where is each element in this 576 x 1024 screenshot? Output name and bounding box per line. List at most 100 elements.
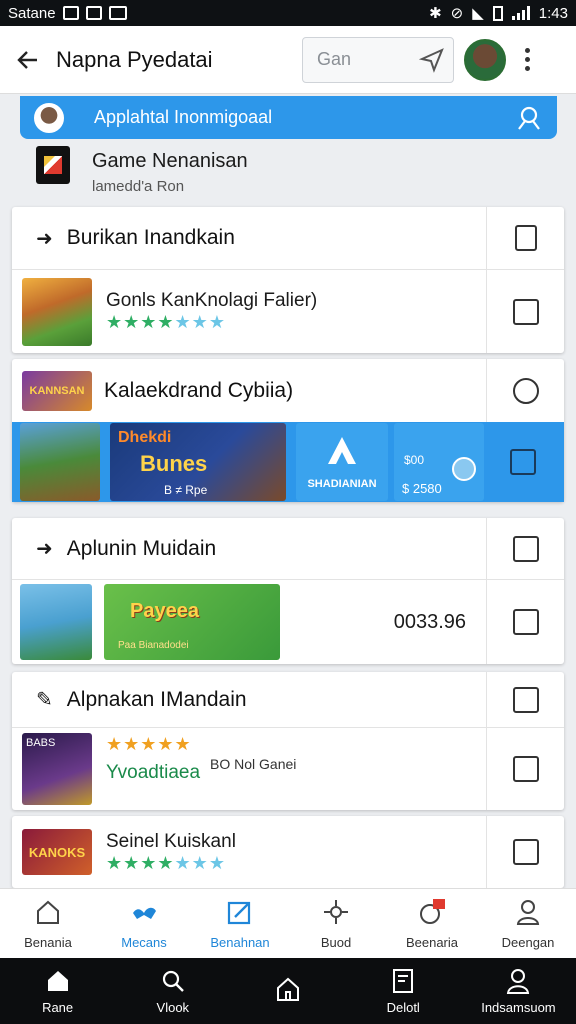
section-header[interactable]: ✎ Alpnakan IMandain	[12, 672, 564, 728]
section-header[interactable]: ➜ Aplunin Muidain	[12, 518, 564, 580]
nav-item-messages[interactable]: Mecans	[96, 889, 192, 958]
checkbox-icon[interactable]	[510, 449, 536, 475]
game-logo: KANNSAN	[22, 370, 92, 411]
item-title: Seinel Kuiskanl	[106, 830, 236, 852]
promo-sub: B ≠ Rpe	[164, 483, 208, 497]
promo-stat-top: $00	[404, 453, 425, 467]
game-logo: KANOKS	[22, 829, 92, 875]
chat-badge-icon	[420, 899, 445, 924]
check-box-icon[interactable]	[512, 609, 539, 635]
nav-item-home[interactable]: Benania	[0, 889, 96, 958]
chart-icon[interactable]	[512, 535, 539, 562]
shield-logo-icon	[328, 437, 356, 464]
mail-icon[interactable]	[512, 756, 539, 782]
search-user-icon[interactable]	[515, 104, 543, 132]
nav-item-edit[interactable]: Benahnan	[192, 889, 288, 958]
nav-label: Mecans	[121, 935, 167, 950]
promo-tile-1[interactable]	[20, 423, 100, 501]
game-thumbnail	[20, 584, 92, 660]
section-card-1: ➜ Burikan Inandkain Gonls KanKnolagi Fali…	[12, 207, 564, 353]
nav-item-build[interactable]: Buod	[288, 889, 384, 958]
account-icon	[507, 969, 530, 994]
page-title: Napna Pyedatai	[56, 46, 213, 72]
clock-label: 1:43	[538, 4, 568, 22]
banner-title: Payeea	[130, 600, 199, 622]
search-input[interactable]: Gan	[302, 36, 454, 83]
home-icon	[37, 900, 59, 924]
image-icon[interactable]	[512, 839, 539, 865]
nav-label: Benahnan	[210, 935, 270, 950]
sys-nav-house[interactable]	[230, 958, 345, 1024]
item-title: Gonls KanKnolagi Falier)	[106, 290, 318, 311]
edit-square-icon	[227, 901, 251, 925]
game-thumbnail: BABS	[22, 733, 92, 805]
list-item[interactable]: Payeea Paa Bianadodei 0033.96	[12, 580, 564, 664]
sys-nav-delete[interactable]: Delotl	[346, 958, 461, 1024]
profile-banner[interactable]: Applahtal Inonmigoaal	[20, 96, 557, 139]
sys-nav-label: Delotl	[386, 1000, 420, 1015]
section-heading: Aplunin Muidain	[66, 536, 217, 560]
promo-name: Bunes	[140, 451, 208, 476]
rating-stars: ★★★★★★★	[106, 312, 226, 332]
system-navigation: Rane Vlook Delotl Indsamsuom	[0, 958, 576, 1024]
carrier-label: Satane	[8, 4, 56, 22]
birds-icon	[133, 907, 156, 919]
sys-nav-account[interactable]: Indsamsuom	[461, 958, 576, 1024]
search-icon	[162, 970, 184, 992]
nav-label: Deengan	[501, 935, 555, 950]
nav-label: Buod	[320, 935, 352, 950]
banner-sub: Paa Bianadodei	[118, 640, 189, 651]
section-card-4: ✎ Alpnakan IMandain BABS ★★★★★ Yvoadtiaea…	[12, 672, 564, 810]
more-options-button[interactable]	[512, 48, 542, 71]
game-new-title: Game Nenanisan	[92, 150, 248, 172]
sys-nav-search[interactable]: Vlook	[115, 958, 230, 1024]
game-thumbnail	[22, 277, 92, 346]
edit-icon[interactable]	[512, 298, 539, 325]
item-meta: BO Nol Ganei	[210, 756, 297, 772]
avatar[interactable]	[464, 38, 506, 81]
bottom-navigation: Benania Mecans Benahnan Buod Beenaria De…	[0, 888, 576, 958]
sys-nav-home[interactable]: Rane	[0, 958, 115, 1024]
section-header[interactable]: ➜ Burikan Inandkain	[12, 207, 564, 270]
bluetooth-icon: ✱	[429, 5, 442, 22]
section-card-3: ➜ Aplunin Muidain Payeea Paa Bianadodei 0…	[12, 518, 564, 664]
promo-title: Dhekdi	[118, 429, 172, 446]
promo-tile-3[interactable]: SHADIANIAN	[296, 423, 388, 501]
game-icon	[36, 146, 70, 184]
section-heading: Alpnakan IMandain	[66, 687, 247, 711]
user-icon	[516, 900, 540, 925]
dots-icon[interactable]	[512, 686, 539, 713]
image-notification-icon	[62, 6, 79, 20]
sys-nav-label: Indsamsuom	[481, 1000, 556, 1015]
nav-label: Beenaria	[405, 935, 459, 950]
arrow-icon: ➜	[36, 227, 53, 250]
sys-nav-label: Rane	[42, 1000, 74, 1015]
game-new-item[interactable]: Game Nenanisan lamedd'a Ron	[36, 146, 248, 195]
clipboard-icon[interactable]	[514, 225, 537, 251]
list-item[interactable]: Gonls KanKnolagi Falier) ★★★★★★★	[12, 270, 564, 353]
list-item[interactable]: BABS ★★★★★ Yvoadtiaea BO Nol Ganei	[12, 728, 564, 810]
banner-text: Applahtal Inonmigoaal	[94, 107, 273, 127]
banner-avatar	[34, 102, 64, 133]
promo-stat: $ 2580	[402, 481, 442, 496]
nav-item-profile[interactable]: Deengan	[480, 889, 576, 958]
clock-icon[interactable]	[512, 377, 539, 404]
app-bar: Napna Pyedatai Gan	[0, 26, 576, 94]
item-name: Yvoadtiaea	[106, 762, 201, 783]
rating-stars: ★★★★★	[106, 734, 192, 754]
section-heading: Kalaekdrand Cybiia)	[104, 378, 294, 402]
nav-item-notifications[interactable]: Beenaria	[384, 889, 480, 958]
promo-center-label: SHADIANIAN	[307, 478, 377, 490]
send-icon[interactable]	[419, 47, 445, 73]
tablet-icon	[393, 969, 414, 993]
section-heading: Burikan Inandkain	[66, 226, 235, 249]
promo-tile-2[interactable]: Dhekdi Bunes B ≠ Rpe	[110, 423, 286, 501]
back-button[interactable]	[0, 26, 56, 94]
sync-icon: ⊘	[450, 5, 464, 22]
wifi-icon: ◣	[472, 5, 484, 22]
section-header[interactable]: KANNSAN Kalaekdrand Cybiia)	[12, 359, 564, 422]
list-item[interactable]: KANOKS Seinel Kuiskanl ★★★★★★★	[12, 816, 564, 888]
promo-tile-4[interactable]: $00 $ 2580	[394, 423, 484, 501]
rating-stars: ★★★★★★★	[106, 852, 226, 873]
battery-icon	[492, 5, 503, 21]
